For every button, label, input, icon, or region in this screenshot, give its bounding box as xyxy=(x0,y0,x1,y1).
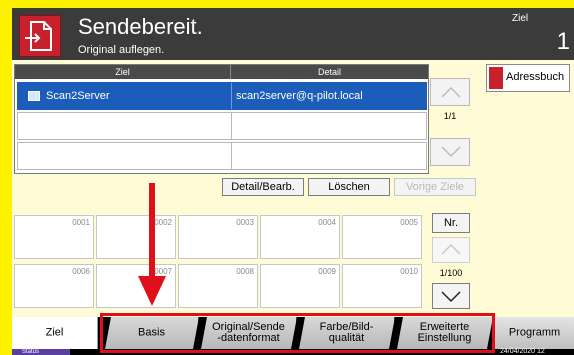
slot-number: 0006 xyxy=(72,267,90,276)
dest-name-cell xyxy=(18,143,232,169)
column-header-ziel: Ziel xyxy=(15,65,231,79)
address-book-button[interactable]: Adressbuch xyxy=(486,64,570,92)
header-bar: Sendebereit. Original auflegen. Ziel 1 xyxy=(12,8,574,60)
slot-number: 0003 xyxy=(236,218,254,227)
detail-edit-button[interactable]: Detail/Bearb. xyxy=(222,178,304,196)
slot-number: 0007 xyxy=(154,267,172,276)
table-page-indicator: 1/1 xyxy=(443,111,457,121)
slot-number: 0009 xyxy=(318,267,336,276)
slot-number: 0010 xyxy=(400,267,418,276)
server-icon xyxy=(28,91,40,101)
table-scroll: 1/1 xyxy=(430,78,472,170)
chevron-up-icon xyxy=(441,243,461,255)
table-row[interactable]: Scan2Server scan2server@q-pilot.local xyxy=(17,82,427,110)
dest-name: Scan2Server xyxy=(46,90,110,102)
previous-targets-button[interactable]: Vorige Ziele xyxy=(394,178,476,196)
chevron-down-icon xyxy=(441,291,461,303)
dest-detail-cell xyxy=(232,113,428,139)
slot-number: 0008 xyxy=(236,267,254,276)
one-touch-key[interactable]: 0003 xyxy=(178,215,258,259)
slot-number: 0002 xyxy=(154,218,172,227)
table-row[interactable] xyxy=(17,142,427,170)
scroll-down-button[interactable] xyxy=(430,138,470,166)
one-touch-key[interactable]: 0005 xyxy=(342,215,422,259)
tab-label: Programm xyxy=(508,326,561,339)
tab-label: Ziel xyxy=(45,326,64,339)
chevron-down-icon xyxy=(441,146,461,158)
scroll-up-button[interactable] xyxy=(430,78,470,106)
tab-programm[interactable]: Programm xyxy=(495,317,574,349)
address-book-label: Adressbuch xyxy=(506,71,565,83)
table-row[interactable] xyxy=(17,112,427,140)
one-touch-key[interactable]: 0009 xyxy=(260,264,340,308)
one-touch-key[interactable]: 0002 xyxy=(96,215,176,259)
delete-button[interactable]: Löschen xyxy=(308,178,390,196)
chevron-up-icon xyxy=(441,86,461,98)
dest-count-label: Ziel xyxy=(512,13,529,24)
tab-ziel[interactable]: Ziel xyxy=(12,317,98,349)
dest-detail: scan2server@q-pilot.local xyxy=(236,90,363,102)
one-touch-key[interactable]: 0006 xyxy=(14,264,94,308)
one-touch-key[interactable]: 0010 xyxy=(342,264,422,308)
status-title: Sendebereit. xyxy=(78,14,203,39)
dest-count-value: 1 xyxy=(556,28,570,55)
status-button[interactable]: Status xyxy=(12,349,70,355)
grid-scroll-up-button[interactable] xyxy=(432,237,470,263)
dest-name-cell xyxy=(18,113,232,139)
main-panel: Ziel Detail Scan2Server scan2server@q-pi… xyxy=(12,60,574,317)
column-header-detail: Detail xyxy=(231,65,428,79)
dest-name-cell: Scan2Server xyxy=(18,83,232,109)
one-touch-key[interactable]: 0001 xyxy=(14,215,94,259)
one-touch-key[interactable]: 0004 xyxy=(260,215,340,259)
annotation-highlight-box xyxy=(100,313,495,353)
slot-number: 0001 xyxy=(72,218,90,227)
number-search-button[interactable]: Nr. xyxy=(432,213,470,233)
send-document-icon xyxy=(19,15,61,57)
dest-detail-cell: scan2server@q-pilot.local xyxy=(232,83,428,109)
dest-detail-cell xyxy=(232,143,428,169)
slot-number: 0005 xyxy=(400,218,418,227)
one-touch-key[interactable]: 0008 xyxy=(178,264,258,308)
date-time: 24/04/2020 12 xyxy=(500,348,545,355)
address-book-icon xyxy=(489,67,503,89)
grid-page-indicator: 1/100 xyxy=(439,268,463,278)
annotation-arrow-head xyxy=(138,276,166,306)
slot-number: 0004 xyxy=(318,218,336,227)
status-subtitle: Original auflegen. xyxy=(78,44,165,56)
annotation-arrow-shaft xyxy=(149,183,155,281)
grid-scroll-down-button[interactable] xyxy=(432,283,470,309)
destination-table: Ziel Detail Scan2Server scan2server@q-pi… xyxy=(14,64,429,174)
